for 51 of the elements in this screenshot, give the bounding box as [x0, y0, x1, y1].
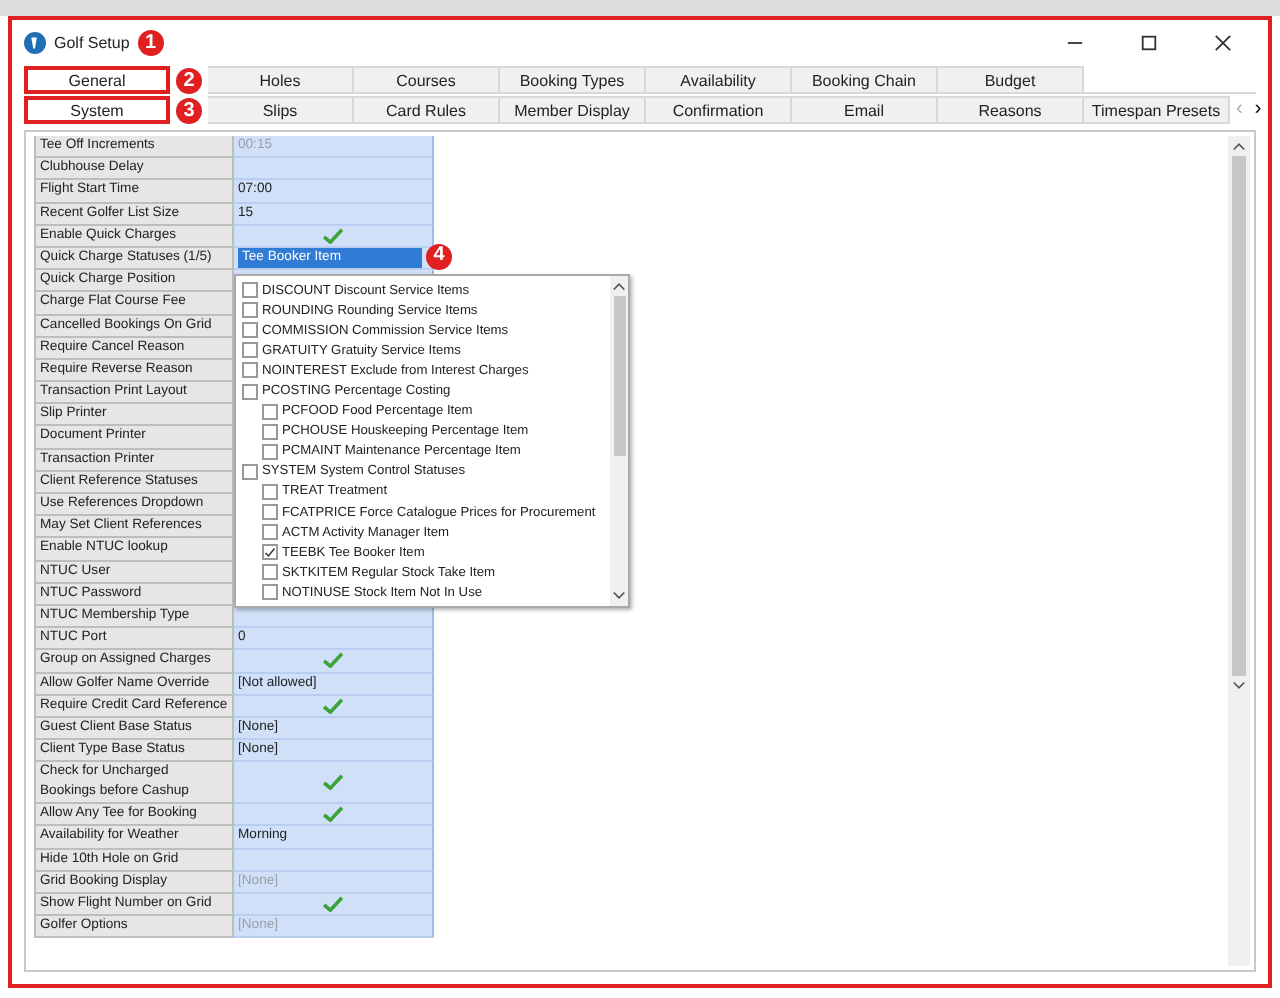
annotation-badge: 4 — [426, 243, 452, 270]
checkbox[interactable] — [262, 584, 278, 601]
checkbox[interactable] — [242, 463, 258, 480]
annotation-badge: 1 — [137, 29, 164, 55]
checkbox[interactable] — [262, 423, 278, 440]
tab[interactable]: Budget — [938, 66, 1084, 94]
tab[interactable]: Email — [792, 96, 938, 124]
checkbox[interactable] — [242, 282, 258, 299]
scroll-up-icon[interactable] — [1232, 140, 1246, 152]
checkbox[interactable] — [262, 483, 278, 500]
window-title: Golf Setup — [54, 33, 130, 51]
scrollbar[interactable] — [1228, 136, 1250, 966]
checkbox[interactable] — [262, 524, 278, 541]
tab[interactable]: Availability — [646, 66, 792, 94]
tab[interactable]: General — [24, 66, 170, 94]
property-value[interactable] — [234, 225, 434, 248]
checkbox[interactable] — [262, 403, 278, 420]
checkbox[interactable] — [262, 544, 278, 561]
tab[interactable]: Booking Types — [500, 66, 646, 94]
property-value[interactable] — [234, 762, 434, 805]
scroll-down-icon[interactable] — [612, 590, 626, 602]
annotation-badge: 2 — [176, 67, 202, 93]
tab[interactable]: Holes — [208, 66, 354, 94]
tab[interactable]: Card Rules — [354, 96, 500, 124]
checkbox[interactable] — [242, 322, 258, 339]
checkbox[interactable] — [242, 383, 258, 400]
property-value[interactable] — [234, 894, 434, 917]
property-value[interactable] — [234, 650, 434, 673]
property-value[interactable] — [234, 804, 434, 827]
checkbox[interactable] — [262, 443, 278, 460]
property-value[interactable] — [234, 695, 434, 718]
tab[interactable]: System — [24, 96, 170, 124]
tab[interactable]: Courses — [354, 66, 500, 94]
checkbox[interactable] — [242, 342, 258, 359]
app-logo-icon — [24, 31, 46, 53]
tab[interactable]: Reasons — [938, 96, 1084, 124]
checkbox[interactable] — [242, 302, 258, 319]
tab[interactable]: Slips — [208, 96, 354, 124]
maximize-icon[interactable] — [1140, 33, 1158, 51]
tab[interactable]: Booking Chain — [792, 66, 938, 94]
tab[interactable]: Timespan Presets — [1084, 96, 1230, 124]
checkbox[interactable] — [262, 504, 278, 521]
scroll-up-icon[interactable] — [612, 280, 626, 292]
checkbox[interactable] — [262, 564, 278, 581]
checkbox[interactable] — [242, 362, 258, 379]
scroll-right-button[interactable]: › — [1248, 96, 1268, 124]
scroll-down-icon[interactable] — [1232, 680, 1246, 692]
tab[interactable]: Confirmation — [646, 96, 792, 124]
close-icon[interactable] — [1214, 33, 1232, 51]
annotation-badge: 3 — [176, 97, 202, 123]
tab[interactable]: Member Display — [500, 96, 646, 124]
